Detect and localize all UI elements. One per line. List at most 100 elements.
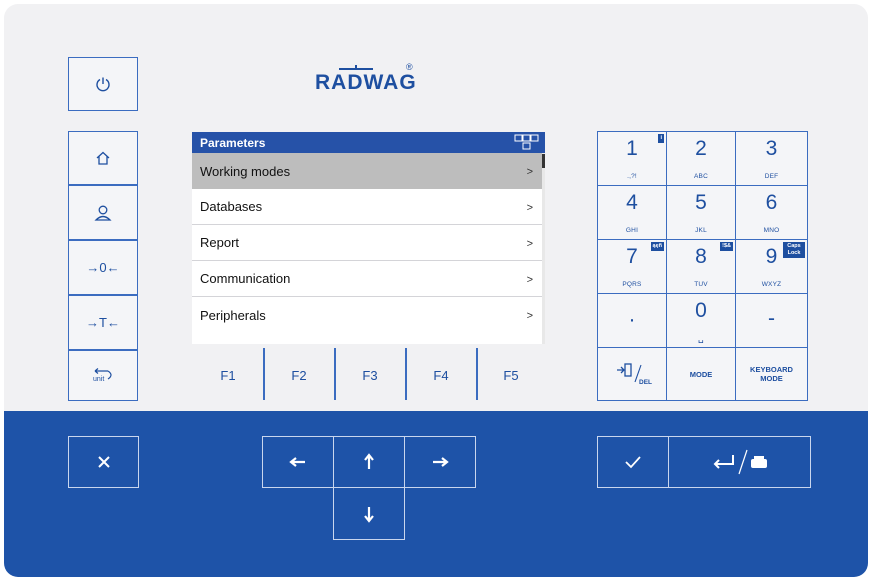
enter-print-icon [713,449,767,475]
key-2[interactable]: 2 ABC [666,131,736,186]
f4-label: F4 [433,367,449,383]
key-letters: DEF [764,173,779,180]
user-icon [94,205,112,221]
key-letters: JKL [695,227,707,234]
power-button[interactable] [68,57,138,111]
unit-button[interactable]: unit [68,350,138,401]
screen-title: Parameters [200,135,266,150]
menu-item-label: Communication [200,271,291,286]
delete-icon: DEL [617,363,652,386]
f3-button[interactable]: F3 [335,350,405,400]
left-arrow-button[interactable] [262,436,334,488]
mode-label: MODE [689,369,713,379]
menu-item-communication[interactable]: Communication > [192,261,545,297]
chevron-right-icon: > [526,166,533,178]
tare-button[interactable]: →T← [68,295,138,350]
home-button[interactable] [68,131,138,185]
menu-item-label: Peripherals [200,307,266,323]
arrow-right-icon [433,457,449,467]
key-digit: 2 [695,137,707,160]
chevron-right-icon: > [526,310,533,322]
key-digit: 1 [626,137,638,160]
display-screen: Parameters Working modes > Databases > R… [192,132,545,344]
user-button[interactable] [68,185,138,240]
key-letters: TUV [694,281,708,288]
menu-item-working-modes[interactable]: Working modes > [192,153,545,189]
key-digit: - [768,307,775,330]
key-digit: 4 [626,191,638,214]
menu-item-label: Report [200,235,240,250]
key-8[interactable]: 8 TUV !$& [666,239,736,294]
menu-item-label: Working modes [200,163,291,179]
svg-text:DEL: DEL [639,379,652,386]
symbol-badge: !$& [720,242,733,251]
unit-icon: unit [93,367,112,383]
key-dot[interactable]: · [597,293,667,348]
escape-button[interactable] [68,436,139,488]
radwag-logo: RADWAG ® [315,62,417,94]
scale-panel: RADWAG ® →0← →T← unit Parameters Working… [4,4,868,577]
navigation-band [4,411,868,577]
tare-label: →T← [86,315,120,330]
scrollbar-thumb[interactable] [542,154,545,168]
key-9[interactable]: 9 WXYZ Caps Lock [735,239,808,294]
f4-button[interactable]: F4 [406,350,476,400]
key-digit: · [628,308,636,331]
keyboard-mode-button[interactable]: KEYBOARD MODE [735,347,808,401]
up-arrow-button[interactable] [333,436,405,488]
zero-button[interactable]: →0← [68,240,138,295]
svg-text:unit: unit [93,376,104,383]
f3-label: F3 [362,367,378,383]
key-6[interactable]: 6 MNO [735,185,808,240]
arrow-up-icon [364,453,374,469]
key-5[interactable]: 5 JKL [666,185,736,240]
f5-button[interactable]: F5 [476,350,546,400]
enter-print-button[interactable] [668,436,811,488]
key-1[interactable]: 1 .,?! i [597,131,667,186]
menu-item-report[interactable]: Report > [192,225,545,261]
key-letters: ABC [694,173,708,180]
menu-item-peripherals[interactable]: Peripherals > [192,297,545,333]
chevron-right-icon: > [526,274,533,286]
key-digit: 6 [765,191,778,214]
home-icon [96,151,110,165]
power-icon [96,77,110,92]
key-3[interactable]: 3 DEF [735,131,808,186]
f5-label: F5 [503,367,519,383]
screen-titlebar: Parameters [192,132,545,153]
key-digit: 5 [695,191,707,214]
f2-button[interactable]: F2 [264,350,334,400]
grid-icon [514,134,539,150]
del-button[interactable]: DEL [597,347,667,401]
key-letters: .,?! [627,173,637,180]
menu-item-label: Databases [200,199,263,214]
key-0[interactable]: 0 ␣ [666,293,736,348]
caps-lock-badge: Caps Lock [783,242,805,258]
down-arrow-button[interactable] [333,487,405,540]
svg-text:RADWAG: RADWAG [315,71,417,94]
accent-badge: ąęñ [650,242,664,251]
confirm-button[interactable] [597,436,669,488]
key-4[interactable]: 4 GHI [597,185,667,240]
key-letters: MNO [763,227,780,234]
menu-item-databases[interactable]: Databases > [192,189,545,225]
f1-button[interactable]: F1 [193,350,263,400]
arrow-left-icon [289,457,305,467]
key-letters: PQRS [622,281,642,288]
key-letters: WXYZ [761,281,782,288]
scrollbar[interactable] [542,153,545,344]
key-7[interactable]: 7 PQRS ąęñ [597,239,667,294]
right-arrow-button[interactable] [404,436,476,488]
svg-text:®: ® [406,62,413,72]
key-digit: 3 [765,137,778,160]
check-icon [625,456,641,469]
f1-label: F1 [220,367,236,383]
arrow-down-icon [364,506,374,523]
key-minus[interactable]: - [735,293,808,348]
mode-button[interactable]: MODE [666,347,736,401]
space-icon: ␣ [698,333,704,343]
close-icon [97,456,110,468]
chevron-right-icon: > [526,202,533,214]
key-digit: 0 [695,299,707,322]
f2-label: F2 [291,367,307,383]
